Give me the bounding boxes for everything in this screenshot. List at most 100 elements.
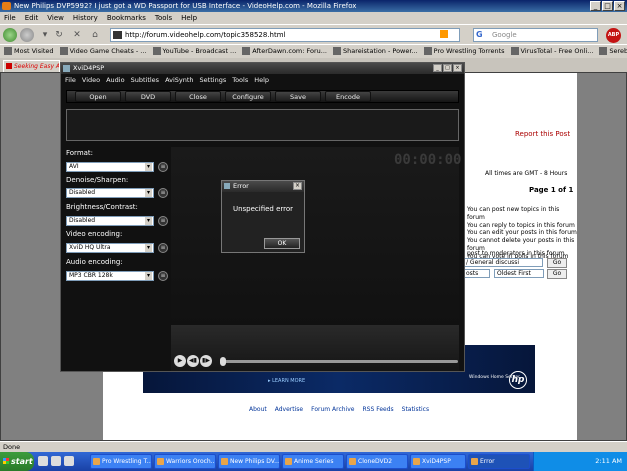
bookmark-item[interactable]: Shareistation - Power... [332, 45, 418, 57]
taskbar-item[interactable]: New Philips DV... [218, 454, 280, 469]
back-button[interactable] [3, 28, 17, 42]
bookmark-item[interactable]: AfterDawn.com: Foru... [242, 45, 327, 57]
footer-forum-archive[interactable]: Forum Archive [311, 406, 354, 413]
forward-button[interactable] [20, 28, 34, 42]
menu-tools[interactable]: Tools [155, 12, 172, 24]
search-input[interactable]: G Google [473, 28, 598, 42]
app-menu-settings[interactable]: Settings [200, 75, 227, 85]
taskbar-item[interactable]: Pro Wrestling T... [90, 454, 152, 469]
format-select[interactable]: AVI [66, 162, 154, 172]
denoise-select[interactable]: Disabled [66, 188, 154, 198]
maximize-button[interactable]: □ [602, 1, 613, 11]
close-button[interactable]: × [614, 1, 625, 11]
bookmark-item[interactable]: Video Game Cheats - ... [59, 45, 147, 57]
permission-line: You can reply to topics in this forum [467, 221, 575, 229]
address-text: http://forum.videohelp.com/topic358528.h… [125, 31, 286, 39]
quicklaunch-icon[interactable] [51, 456, 61, 466]
format-settings-icon[interactable]: ≡ [158, 162, 168, 172]
frame-back-icon[interactable]: ◀▮ [187, 355, 199, 367]
seek-slider[interactable] [220, 360, 458, 363]
taskbar-item[interactable]: Anime Series [282, 454, 344, 469]
taskbar-item[interactable]: CloneDVD2 [346, 454, 408, 469]
pagination-label: Page 1 of 1 [529, 186, 574, 194]
menu-bookmarks[interactable]: Bookmarks [107, 12, 146, 24]
app-minimize-button[interactable]: _ [433, 64, 442, 72]
save-button[interactable]: Save [275, 91, 321, 102]
taskbar-item-active[interactable]: Error [468, 454, 530, 469]
bookmark-item[interactable]: Most Visited [4, 45, 54, 57]
footer-statistics[interactable]: Statistics [402, 406, 429, 413]
dropdown-history-icon[interactable]: ▾ [40, 30, 50, 40]
menu-edit[interactable]: Edit [25, 12, 39, 24]
menu-history[interactable]: History [73, 12, 98, 24]
audio-encoding-settings-icon[interactable]: ≡ [158, 271, 168, 281]
frame-forward-icon[interactable]: ▮▶ [200, 355, 212, 367]
reload-icon[interactable]: ↻ [54, 30, 64, 40]
seek-slider-handle[interactable] [220, 357, 226, 366]
bookmark-item[interactable]: Pro Wrestling Torrents [423, 45, 505, 57]
brightness-select[interactable]: Disabled [66, 216, 154, 226]
app-menu-bar: File Video Audio Subtitles AviSynth Sett… [65, 75, 269, 85]
denoise-settings-icon[interactable]: ≡ [158, 188, 168, 198]
quicklaunch-icon[interactable] [64, 456, 74, 466]
footer-about[interactable]: About [249, 406, 267, 413]
task-list-area[interactable] [66, 109, 459, 141]
app-menu-video[interactable]: Video [82, 75, 100, 85]
app-maximize-button[interactable]: □ [443, 64, 452, 72]
site-favicon [113, 31, 122, 39]
footer-advertise[interactable]: Advertise [275, 406, 303, 413]
minimize-button[interactable]: _ [590, 1, 601, 11]
rss-icon[interactable] [440, 30, 448, 38]
bookmark-item[interactable]: YouTube - Broadcast ... [152, 45, 236, 57]
bookmark-item[interactable]: VirusTotal - Free Onli... [510, 45, 593, 57]
menu-view[interactable]: View [47, 12, 64, 24]
app-menu-avisynth[interactable]: AviSynth [165, 75, 193, 85]
settings-panel: Format: AVI ≡ Denoise/Sharpen: Disabled … [66, 147, 168, 371]
taskbar-item[interactable]: XviD4PSP [410, 454, 466, 469]
error-message: Unspecified error [232, 205, 294, 213]
address-bar[interactable]: http://forum.videohelp.com/topic358528.h… [110, 28, 460, 42]
configure-button[interactable]: Configure [225, 91, 271, 102]
stop-icon[interactable]: ✕ [72, 30, 82, 40]
adblock-icon[interactable]: ABP [606, 28, 621, 43]
app-close-button[interactable]: × [453, 64, 462, 72]
open-button[interactable]: Open [75, 91, 121, 102]
jump-to-select[interactable]: / General discussi [463, 258, 543, 267]
bookmark-item[interactable]: Serebii.net Diamond ... [599, 45, 627, 57]
menu-file[interactable]: File [4, 12, 16, 24]
app-menu-subtitles[interactable]: Subtitles [131, 75, 159, 85]
footer-rss-feeds[interactable]: RSS Feeds [363, 406, 394, 413]
learn-more-link[interactable]: ▸ LEARN MORE [268, 378, 305, 384]
app-menu-audio[interactable]: Audio [106, 75, 124, 85]
video-encoding-settings-icon[interactable]: ≡ [158, 243, 168, 253]
app-toolbar: Open DVD Close Configure Save Encode [66, 90, 459, 103]
menu-help[interactable]: Help [181, 12, 197, 24]
ok-button[interactable]: OK [264, 238, 300, 249]
quicklaunch-icon[interactable] [38, 456, 48, 466]
close-file-button[interactable]: Close [175, 91, 221, 102]
app-menu-tools[interactable]: Tools [232, 75, 248, 85]
play-icon[interactable]: ▶ [174, 355, 186, 367]
bookmark-icon [332, 47, 341, 55]
app-title: XviD4PSP [73, 64, 105, 72]
error-dialog-close-button[interactable]: × [293, 182, 302, 190]
home-icon[interactable]: ⌂ [90, 30, 100, 40]
start-button[interactable]: start [0, 452, 34, 471]
timecode-display: 00:00:00 [394, 152, 462, 168]
video-encoding-select[interactable]: XviD HQ Ultra [66, 243, 154, 253]
order-go-button[interactable]: Go [547, 269, 567, 279]
jump-go-button[interactable]: Go [547, 258, 567, 268]
dvd-button[interactable]: DVD [125, 91, 171, 102]
app-window-controls: _ □ × [433, 64, 462, 72]
app-menu-help[interactable]: Help [254, 75, 269, 85]
order-select[interactable]: Oldest First [494, 269, 544, 278]
brightness-settings-icon[interactable]: ≡ [158, 216, 168, 226]
taskbar-item[interactable]: Warriors Oroch... [154, 454, 216, 469]
app-menu-file[interactable]: File [65, 75, 76, 85]
moderators-note: post to moderators in this forum [467, 250, 565, 257]
display-posts-select[interactable]: osts [463, 269, 490, 278]
report-post-link[interactable]: Report this Post [515, 130, 570, 138]
audio-encoding-select[interactable]: MP3 CBR 128k [66, 271, 154, 281]
encode-button[interactable]: Encode [325, 91, 371, 102]
tab-current[interactable]: Seeking Easy As [3, 60, 60, 72]
